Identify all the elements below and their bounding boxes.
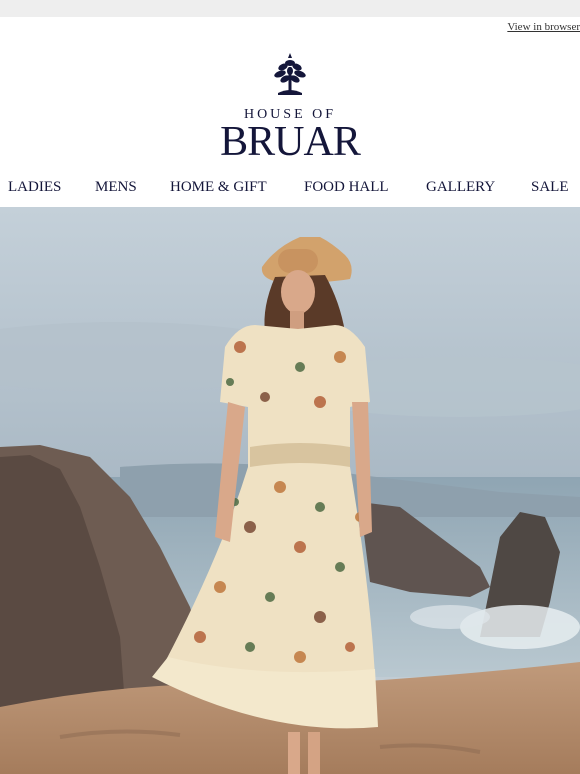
nav-item-sale[interactable]: SALE — [531, 179, 569, 196]
view-in-browser-row: View in browser — [0, 17, 580, 39]
nav-item-ladies[interactable]: LADIES — [8, 179, 61, 196]
view-in-browser-link[interactable]: View in browser — [507, 21, 580, 33]
hero-photo — [0, 207, 580, 774]
nav-item-mens[interactable]: MENS — [95, 179, 137, 196]
brand-logo[interactable]: HOUSE OF BRUAR — [0, 39, 580, 169]
top-bar — [0, 0, 580, 17]
nav-item-home-gift[interactable]: HOME & GIFT — [170, 179, 267, 196]
tree-crest-icon — [274, 53, 306, 95]
nav-item-gallery[interactable]: GALLERY — [426, 179, 495, 196]
logo-bruar: BRUAR — [220, 119, 361, 165]
hero-image[interactable] — [0, 207, 580, 774]
nav-item-food-hall[interactable]: FOOD HALL — [304, 179, 389, 196]
main-navigation: LADIES MENS HOME & GIFT FOOD HALL GALLER… — [0, 169, 580, 207]
